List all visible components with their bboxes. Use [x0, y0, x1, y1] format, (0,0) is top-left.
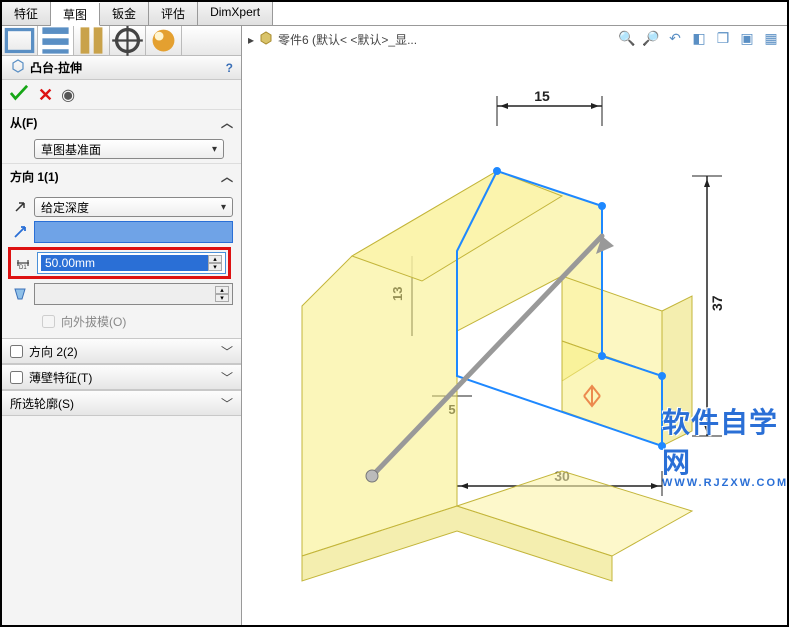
- cancel-button[interactable]: ✕: [38, 86, 53, 104]
- breadcrumb-arrow-icon: ▸: [248, 33, 254, 47]
- dropdown-arrow-icon: ▾: [212, 144, 217, 155]
- direction2-checkbox[interactable]: [10, 345, 23, 358]
- graphics-viewport[interactable]: ▸ 零件6 (默认< <默认>_显... 🔍 🔎 ↶ ◧ ❐ ▣ ▦ 15: [242, 26, 787, 625]
- chevron-up-icon: ︿: [221, 168, 233, 185]
- depth-input[interactable]: 50.00mm ▴▾: [37, 252, 226, 274]
- direction2-label: 方向 2(2): [29, 343, 78, 360]
- from-group-label: 从(F): [10, 114, 37, 131]
- draft-spinner[interactable]: ▴▾: [215, 286, 229, 302]
- svg-text:37: 37: [709, 295, 725, 311]
- property-manager-panel: 凸台-拉伸 ? ✕ ◉ 从(F) ︿ 草图基准面 ▾ 方向 1(1) ︿: [2, 26, 242, 625]
- thin-feature-group-header[interactable]: 薄壁特征(T) ﹀: [2, 364, 241, 390]
- feature-title: 凸台-拉伸: [30, 59, 82, 76]
- depth-value: 50.00mm: [41, 255, 208, 271]
- from-dropdown-value: 草图基准面: [41, 141, 101, 158]
- previous-view-icon[interactable]: ↶: [665, 28, 685, 48]
- feature-title-bar: 凸台-拉伸 ?: [2, 56, 241, 80]
- hide-show-icon[interactable]: ▦: [761, 28, 781, 48]
- direction2-group-header[interactable]: 方向 2(2) ﹀: [2, 338, 241, 364]
- direction-vector-field[interactable]: [34, 221, 233, 243]
- tab-sheetmetal[interactable]: 钣金: [100, 2, 149, 25]
- draft-outward-label: 向外拔模(O): [61, 313, 126, 330]
- chevron-down-icon: ﹀: [221, 395, 233, 412]
- extrude-icon: [10, 58, 26, 77]
- from-group-body: 草图基准面 ▾: [2, 135, 241, 163]
- draft-outward-checkbox[interactable]: [42, 315, 55, 328]
- confirm-row: ✕ ◉: [2, 80, 241, 109]
- property-manager-icon[interactable]: [38, 26, 74, 55]
- tab-evaluate[interactable]: 评估: [149, 2, 198, 25]
- dimension-top: 15: [497, 88, 602, 126]
- breadcrumb[interactable]: ▸ 零件6 (默认< <默认>_显...: [248, 30, 417, 49]
- dimxpert-manager-icon[interactable]: [110, 26, 146, 55]
- from-group-header[interactable]: 从(F) ︿: [2, 109, 241, 135]
- display-style-icon[interactable]: ▣: [737, 28, 757, 48]
- ok-button[interactable]: [8, 84, 30, 105]
- preview-toggle-icon[interactable]: ◉: [61, 85, 75, 105]
- reverse-direction-icon[interactable]: [10, 199, 30, 215]
- depth-highlight-box: D1 50.00mm ▴▾: [8, 247, 231, 279]
- from-dropdown[interactable]: 草图基准面 ▾: [34, 139, 224, 159]
- view-toolbar: 🔍 🔎 ↶ ◧ ❐ ▣ ▦: [617, 28, 781, 48]
- chevron-down-icon: ﹀: [221, 369, 233, 386]
- configuration-manager-icon[interactable]: [74, 26, 110, 55]
- model-preview: 15 37 30 5: [262, 76, 762, 596]
- part-icon: [258, 30, 274, 49]
- panel-iconrow: [2, 26, 241, 56]
- depth-spinner[interactable]: ▴▾: [208, 255, 222, 271]
- thin-feature-label: 薄壁特征(T): [29, 369, 92, 386]
- chevron-up-icon: ︿: [221, 114, 233, 131]
- svg-text:15: 15: [534, 88, 550, 104]
- tab-features[interactable]: 特征: [2, 2, 51, 25]
- selected-contours-group-header[interactable]: 所选轮廓(S) ﹀: [2, 390, 241, 416]
- draft-outward-row: 向外拔模(O): [10, 309, 233, 334]
- breadcrumb-text: 零件6 (默认< <默认>_显...: [278, 31, 417, 48]
- selected-contours-label: 所选轮廓(S): [10, 395, 74, 412]
- end-condition-value: 给定深度: [41, 199, 89, 216]
- tab-sketch[interactable]: 草图: [51, 3, 100, 26]
- section-view-icon[interactable]: ◧: [689, 28, 709, 48]
- extrude-preview-body: [302, 171, 692, 581]
- end-condition-dropdown[interactable]: 给定深度 ▾: [34, 197, 233, 217]
- display-manager-icon[interactable]: [146, 26, 182, 55]
- dimension-right: 37: [692, 176, 725, 436]
- direction1-group-label: 方向 1(1): [10, 168, 59, 185]
- direction1-group-body: 给定深度 ▾ D1 50.00mm ▴▾: [2, 189, 241, 338]
- dropdown-arrow-icon: ▾: [221, 202, 226, 213]
- help-icon[interactable]: ?: [226, 61, 233, 75]
- zoom-window-icon[interactable]: 🔎: [641, 28, 661, 48]
- tab-dimxpert[interactable]: DimXpert: [198, 2, 273, 25]
- direction-vector-icon[interactable]: [10, 224, 30, 240]
- main-container: 凸台-拉伸 ? ✕ ◉ 从(F) ︿ 草图基准面 ▾ 方向 1(1) ︿: [2, 26, 787, 625]
- svg-text:D1: D1: [19, 265, 27, 271]
- chevron-down-icon: ﹀: [221, 343, 233, 360]
- direction1-group-header[interactable]: 方向 1(1) ︿: [2, 163, 241, 189]
- draft-icon[interactable]: [10, 286, 30, 302]
- draft-angle-field[interactable]: ▴▾: [34, 283, 233, 305]
- thin-feature-checkbox[interactable]: [10, 371, 23, 384]
- view-orientation-icon[interactable]: ❐: [713, 28, 733, 48]
- zoom-fit-icon[interactable]: 🔍: [617, 28, 637, 48]
- design-tree-icon[interactable]: [2, 26, 38, 55]
- depth-icon: D1: [13, 255, 33, 271]
- document-tabs: 特征 草图 钣金 评估 DimXpert: [2, 2, 787, 26]
